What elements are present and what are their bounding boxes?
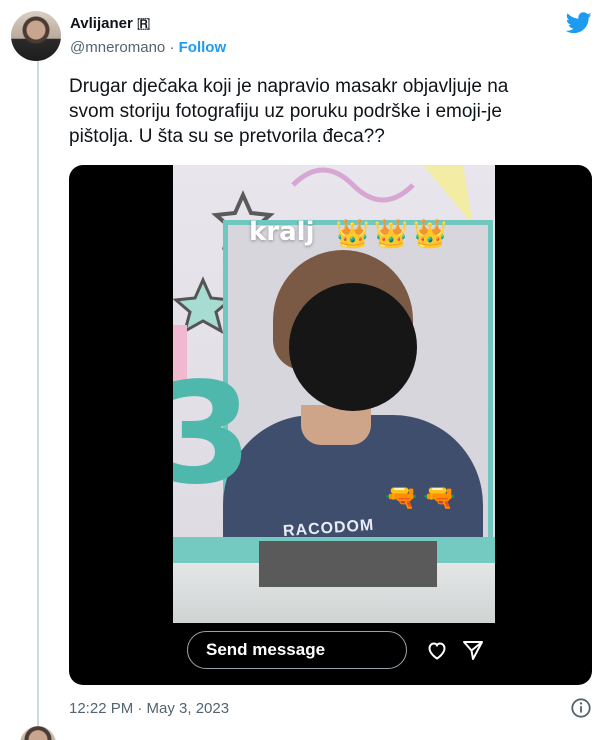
story-screenshot: RACODOM 3 kralj 👑 👑 👑 🔫 🔫 bbox=[173, 165, 495, 623]
text-redaction-box bbox=[259, 541, 437, 587]
author-handle-row: @mneromano · Follow bbox=[70, 38, 226, 58]
neck-shape bbox=[301, 405, 371, 445]
send-icon[interactable] bbox=[461, 638, 485, 662]
crown-emoji: 👑 bbox=[373, 218, 409, 249]
story-caption: kralj bbox=[249, 217, 315, 247]
reply-avatar[interactable] bbox=[20, 726, 56, 740]
crown-emoji: 👑 bbox=[335, 218, 370, 249]
info-icon[interactable] bbox=[570, 697, 592, 719]
heart-icon[interactable] bbox=[425, 638, 449, 662]
author-info: Avlijaner 🇷 @mneromano · Follow bbox=[70, 14, 226, 58]
tweet-card: Avlijaner 🇷 @mneromano · Follow Drugar d… bbox=[0, 0, 610, 740]
gun-emoji: 🔫 bbox=[423, 482, 456, 512]
frame-digit: 3 bbox=[173, 353, 253, 516]
gun-emoji-group: 🔫 🔫 bbox=[385, 483, 456, 511]
crown-emoji: 👑 bbox=[412, 218, 448, 249]
follow-button[interactable]: Follow bbox=[179, 39, 227, 56]
thread-connector-line bbox=[37, 60, 39, 732]
tweet-timestamp[interactable]: 12:22 PM · May 3, 2023 bbox=[69, 699, 229, 719]
author-display-name[interactable]: Avlijaner 🇷 bbox=[70, 14, 226, 34]
crown-emoji-group: 👑 👑 👑 bbox=[335, 219, 448, 249]
gun-emoji: 🔫 bbox=[385, 482, 418, 512]
face-redaction-circle bbox=[289, 283, 417, 411]
tweet-media-image[interactable]: RACODOM 3 kralj 👑 👑 👑 🔫 🔫 Send message bbox=[69, 165, 592, 685]
author-handle[interactable]: @mneromano bbox=[70, 39, 165, 56]
send-message-input[interactable]: Send message bbox=[187, 631, 407, 669]
tweet-text: Drugar dječaka koji je napravio masakr o… bbox=[69, 76, 509, 147]
handle-separator: · bbox=[165, 39, 179, 56]
twitter-bird-icon[interactable] bbox=[566, 12, 592, 34]
author-avatar[interactable] bbox=[11, 11, 61, 61]
